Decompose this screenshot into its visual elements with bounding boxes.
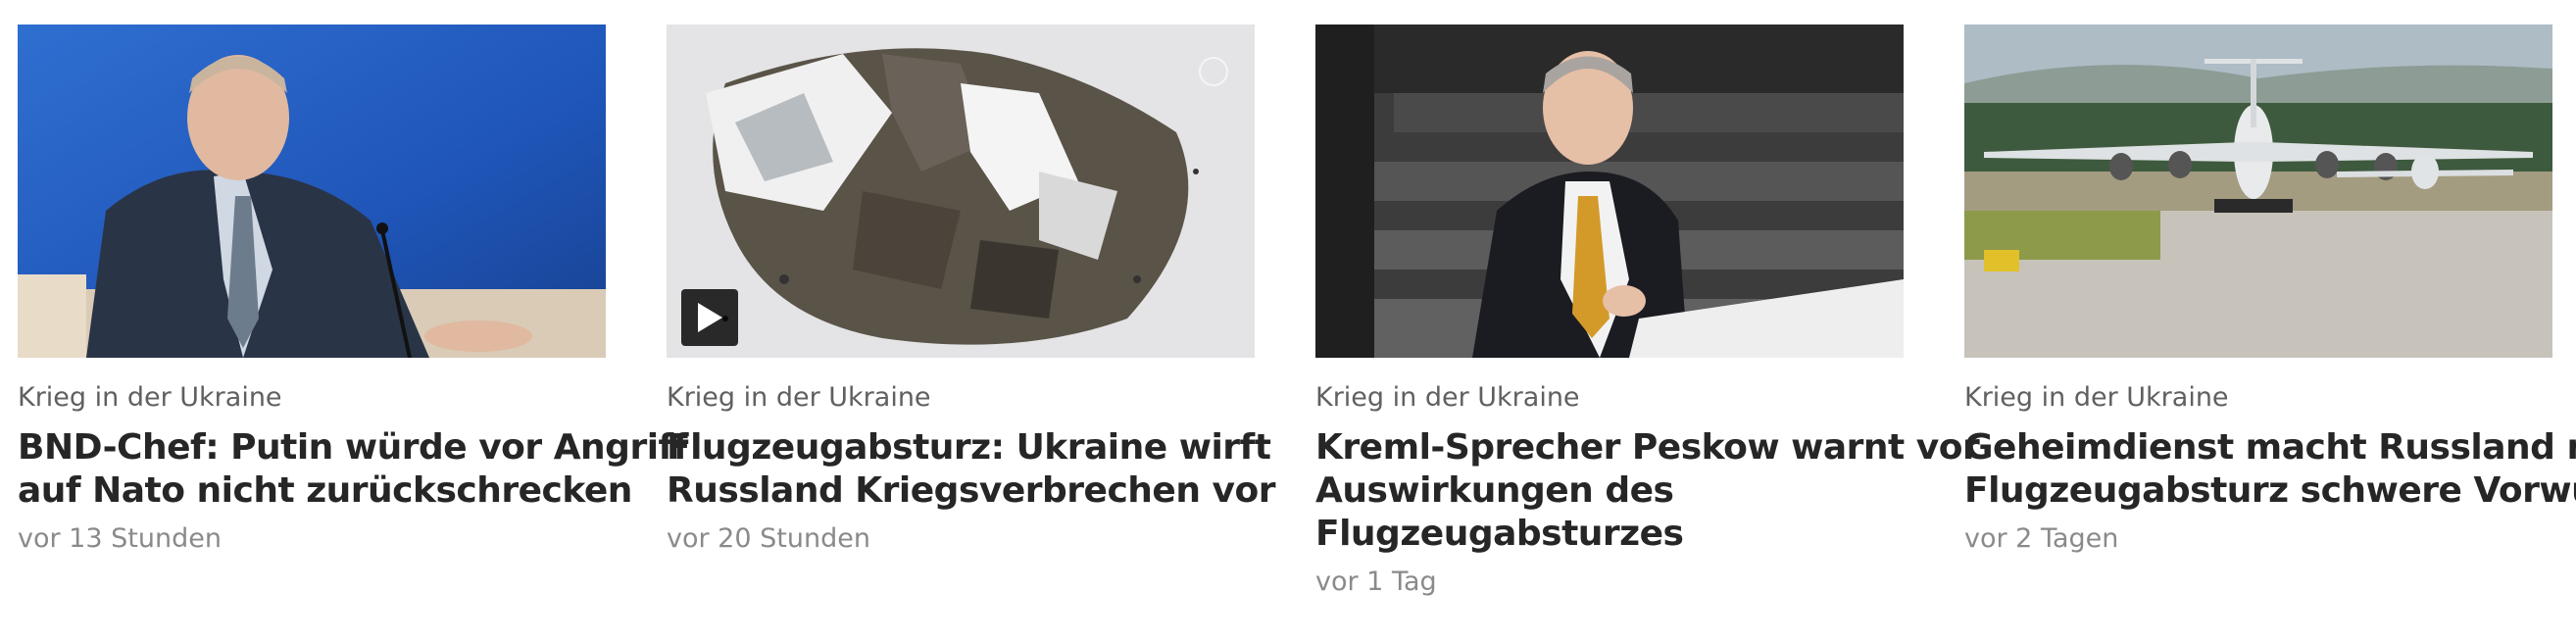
article-timestamp: vor 2 Tagen	[1964, 523, 2119, 554]
article-timestamp: vor 20 Stunden	[667, 523, 870, 554]
article-kicker[interactable]: Krieg in der Ukraine	[1315, 381, 1904, 415]
article-headline[interactable]: Geheimdienst macht Russland nach Flugzeu…	[1964, 426, 2576, 513]
article-timestamp: vor 1 Tag	[1315, 567, 1437, 597]
article-headline[interactable]: Flugzeugabsturz: Ukraine wirft Russland …	[667, 426, 1275, 513]
article-image[interactable]	[667, 25, 1255, 358]
article-image[interactable]	[1315, 25, 1904, 358]
article-card[interactable]: Krieg in der Ukraine Kreml-Sprecher Pesk…	[1315, 25, 1980, 599]
article-headline[interactable]: Kreml-Sprecher Peskow warnt vor Auswirku…	[1315, 426, 1980, 556]
teaser-row: Krieg in der Ukraine BND-Chef: Putin wür…	[0, 0, 2576, 641]
article-kicker[interactable]: Krieg in der Ukraine	[18, 381, 606, 415]
article-kicker[interactable]: Krieg in der Ukraine	[1964, 381, 2552, 415]
headline-line[interactable]: Geheimdienst macht Russland nach	[1964, 426, 2576, 469]
headline-line[interactable]: BND-Chef: Putin würde vor Angriff	[18, 426, 688, 469]
article-card[interactable]: Krieg in der Ukraine Geheimdienst macht …	[1964, 25, 2576, 556]
headline-line[interactable]: auf Nato nicht zurückschrecken	[18, 469, 632, 513]
headline-line[interactable]: Auswirkungen des	[1315, 469, 1904, 513]
play-icon	[698, 303, 722, 332]
headline-line[interactable]: Flugzeugabsturz schwere Vorwürfe	[1964, 469, 2576, 513]
article-card[interactable]: Krieg in der Ukraine BND-Chef: Putin wür…	[18, 25, 688, 556]
article-headline[interactable]: BND-Chef: Putin würde vor Angriff auf Na…	[18, 426, 688, 513]
article-image[interactable]	[18, 25, 606, 358]
article-timestamp: vor 13 Stunden	[18, 523, 222, 554]
headline-line[interactable]: Kreml-Sprecher Peskow warnt vor	[1315, 426, 1980, 469]
headline-line[interactable]: Flugzeugabsturzes	[1315, 513, 1904, 556]
video-play-button[interactable]	[681, 289, 738, 346]
headline-line[interactable]: Russland Kriegsverbrechen vor	[667, 469, 1275, 513]
article-card[interactable]: Krieg in der Ukraine Flugzeugabsturz: Uk…	[667, 25, 1275, 556]
article-kicker[interactable]: Krieg in der Ukraine	[667, 381, 1255, 415]
article-image[interactable]	[1964, 25, 2552, 358]
headline-line[interactable]: Flugzeugabsturz: Ukraine wirft	[667, 426, 1271, 469]
